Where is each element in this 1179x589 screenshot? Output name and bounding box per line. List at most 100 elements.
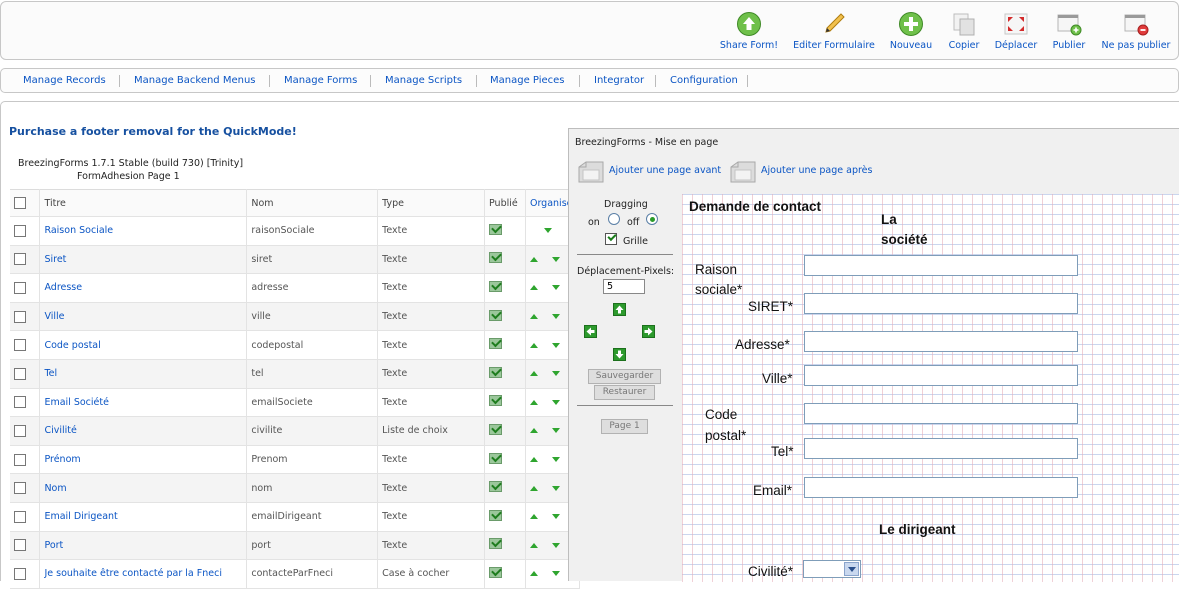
menu-manage-backend-menus[interactable]: Manage Backend Menus (134, 75, 256, 86)
move-down-icon[interactable] (551, 457, 560, 463)
siret-field[interactable] (804, 293, 1078, 314)
row-checkbox[interactable] (14, 453, 26, 466)
move-up-icon[interactable] (529, 342, 538, 348)
field-title-link[interactable]: Tel (39, 359, 248, 389)
postal-code-field[interactable] (804, 403, 1078, 424)
menu-configuration[interactable]: Configuration (670, 75, 738, 86)
field-title-link[interactable]: Email Dirigeant (39, 502, 248, 532)
move-up-icon[interactable] (529, 256, 538, 262)
move-up-icon[interactable] (529, 571, 538, 577)
field-title-link[interactable]: Nom (39, 473, 248, 503)
field-title-link[interactable]: Adresse (39, 273, 248, 303)
move-down-icon[interactable] (551, 399, 560, 405)
field-title-link[interactable]: Je souhaite être contacté par la Fneci (39, 559, 248, 589)
published-check-icon[interactable] (488, 395, 502, 407)
add-page-after-button[interactable]: Ajouter une page après (729, 157, 879, 187)
move-up-icon[interactable] (529, 371, 538, 377)
move-left-button[interactable] (584, 325, 597, 338)
move-up-button[interactable] (613, 303, 626, 316)
move-down-icon[interactable] (543, 228, 552, 234)
published-check-icon[interactable] (488, 338, 502, 350)
move-up-icon[interactable] (529, 542, 538, 548)
published-check-icon[interactable] (488, 223, 502, 235)
row-checkbox[interactable] (14, 424, 26, 437)
menu-manage-scripts[interactable]: Manage Scripts (385, 75, 462, 86)
menu-manage-records[interactable]: Manage Records (23, 75, 106, 86)
copy-button[interactable]: Copier (945, 11, 983, 57)
dragging-off-radio[interactable] (646, 213, 658, 225)
row-checkbox[interactable] (14, 539, 26, 552)
published-check-icon[interactable] (488, 481, 502, 493)
field-title-link[interactable]: Prénom (39, 445, 248, 475)
edit-form-button[interactable]: Editer Formulaire (791, 11, 877, 57)
menu-integrator[interactable]: Integrator (594, 75, 644, 86)
menu-manage-pieces[interactable]: Manage Pieces (490, 75, 565, 86)
row-checkbox[interactable] (14, 510, 26, 523)
row-checkbox[interactable] (14, 396, 26, 409)
published-check-icon[interactable] (488, 252, 502, 264)
row-checkbox[interactable] (14, 310, 26, 323)
field-title-link[interactable]: Port (39, 531, 248, 561)
field-title-link[interactable]: Ville (39, 302, 248, 332)
new-button[interactable]: Nouveau (889, 11, 933, 57)
move-down-icon[interactable] (551, 514, 560, 520)
move-down-icon[interactable] (551, 342, 560, 348)
grid-checkbox[interactable] (605, 233, 617, 245)
dragging-on-radio[interactable] (608, 213, 620, 225)
select-all-checkbox[interactable] (14, 197, 26, 209)
row-checkbox[interactable] (14, 339, 26, 352)
promo-link[interactable]: Purchase a footer removal for the QuickM… (9, 125, 297, 138)
move-down-icon[interactable] (551, 542, 560, 548)
move-down-icon[interactable] (551, 371, 560, 377)
move-down-icon[interactable] (551, 314, 560, 320)
row-checkbox[interactable] (14, 224, 26, 237)
row-checkbox[interactable] (14, 253, 26, 266)
row-checkbox[interactable] (14, 367, 26, 380)
restore-button[interactable]: Restaurer (594, 385, 655, 400)
field-title-link[interactable]: Email Société (39, 388, 248, 418)
move-right-button[interactable] (642, 325, 655, 338)
published-check-icon[interactable] (488, 452, 502, 464)
published-check-icon[interactable] (488, 309, 502, 321)
row-checkbox[interactable] (14, 567, 26, 580)
move-up-icon[interactable] (529, 399, 538, 405)
published-check-icon[interactable] (488, 509, 502, 521)
add-page-before-button[interactable]: Ajouter une page avant (577, 157, 727, 187)
move-button[interactable]: Déplacer (991, 11, 1041, 57)
tel-field[interactable] (804, 438, 1078, 459)
share-form-button[interactable]: Share Form! (719, 11, 779, 57)
header-title[interactable]: Titre (39, 189, 248, 217)
civility-select[interactable] (803, 560, 861, 578)
field-title-link[interactable]: Siret (39, 245, 248, 275)
field-title-link[interactable]: Raison Sociale (39, 216, 248, 246)
move-down-icon[interactable] (551, 256, 560, 262)
layout-canvas[interactable]: Demande de contact La société Raison soc… (682, 194, 1179, 582)
address-field[interactable] (804, 331, 1078, 352)
move-up-icon[interactable] (529, 285, 538, 291)
move-down-icon[interactable] (551, 428, 560, 434)
move-up-icon[interactable] (529, 428, 538, 434)
move-up-icon[interactable] (529, 314, 538, 320)
save-button[interactable]: Sauvegarder (588, 369, 661, 384)
published-check-icon[interactable] (488, 423, 502, 435)
publish-button[interactable]: Publier (1049, 11, 1089, 57)
header-published[interactable]: Publié (484, 189, 526, 217)
header-type[interactable]: Type (377, 189, 485, 217)
field-title-link[interactable]: Code postal (39, 330, 248, 360)
move-down-icon[interactable] (551, 571, 560, 577)
menu-manage-forms[interactable]: Manage Forms (284, 75, 357, 86)
move-up-icon[interactable] (529, 485, 538, 491)
email-field[interactable] (804, 477, 1078, 498)
move-up-icon[interactable] (529, 514, 538, 520)
field-title-link[interactable]: Civilité (39, 416, 248, 446)
published-check-icon[interactable] (488, 280, 502, 292)
unpublish-button[interactable]: Ne pas publier (1100, 11, 1172, 57)
company-name-field[interactable] (804, 255, 1078, 276)
move-down-icon[interactable] (551, 285, 560, 291)
published-check-icon[interactable] (488, 366, 502, 378)
row-checkbox[interactable] (14, 281, 26, 294)
move-down-icon[interactable] (551, 485, 560, 491)
move-up-icon[interactable] (529, 457, 538, 463)
pixels-input[interactable] (603, 279, 645, 294)
published-check-icon[interactable] (488, 538, 502, 550)
